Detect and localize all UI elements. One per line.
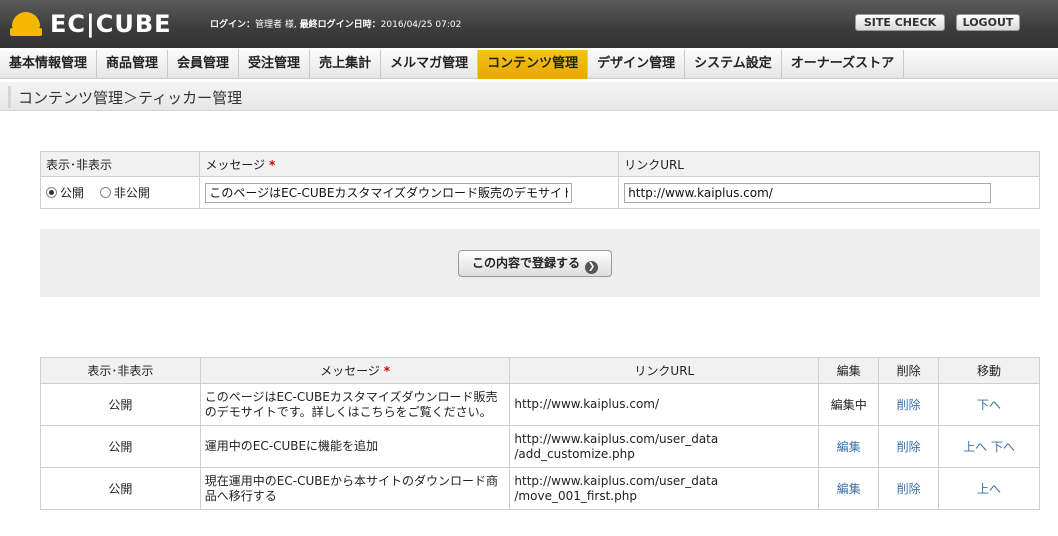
- move-up-link[interactable]: 上へ: [977, 482, 1001, 496]
- table-row: 公開 現在運用中のEC-CUBEから本サイトのダウンロード商 品へ移行する htt…: [40, 467, 1040, 510]
- nav-item-contents[interactable]: コンテンツ管理: [478, 50, 589, 79]
- login-info: ログイン：管理者 様, 最終ログイン日時：2016/04/25 07:02: [210, 17, 461, 30]
- register-button[interactable]: この内容で登録する ❯: [458, 250, 612, 277]
- form-header-display: 表示･非表示: [39, 151, 201, 177]
- list-header-url: リンクURL: [509, 357, 820, 384]
- form-header-url: リンクURL: [618, 151, 1040, 177]
- last-login-label: 最終ログイン日時：: [299, 20, 381, 30]
- list-header-move: 移動: [938, 357, 1040, 384]
- row-move: 上へ 下へ: [938, 425, 1040, 468]
- crown-icon: [10, 10, 42, 38]
- required-mark: *: [268, 157, 276, 172]
- row-display: 公開: [40, 425, 201, 468]
- nav-item-design[interactable]: デザイン管理: [588, 50, 686, 79]
- edit-link[interactable]: 編集: [818, 467, 880, 510]
- nav-item-mailmag[interactable]: メルマガ管理: [381, 50, 479, 79]
- main-nav: 基本情報管理 商品管理 会員管理 受注管理 売上集計 メルマガ管理 コンテンツ管…: [0, 50, 1058, 79]
- ticker-list-table: 表示･非表示 メッセージ * リンクURL 編集 削除 移動 公開 このページは…: [40, 357, 1040, 510]
- nav-item-owners-store[interactable]: オーナーズストア: [782, 50, 905, 79]
- row-display: 公開: [40, 467, 201, 510]
- logout-button[interactable]: LOGOUT: [956, 14, 1020, 31]
- submit-area: この内容で登録する ❯: [40, 229, 1040, 297]
- table-row: 公開 このページはEC-CUBEカスタマイズダウンロード販売 のデモサイトです。詳…: [40, 383, 1040, 426]
- logo-text: EC|CUBE: [50, 10, 172, 38]
- nav-item-system[interactable]: システム設定: [685, 50, 782, 79]
- radio-private[interactable]: [99, 187, 111, 198]
- row-move: 上へ: [938, 467, 1040, 510]
- row-message: 現在運用中のEC-CUBEから本サイトのダウンロード商 品へ移行する: [199, 467, 511, 510]
- move-up-link[interactable]: 上へ: [963, 440, 987, 454]
- login-label: ログイン：: [210, 20, 256, 30]
- nav-item-customers[interactable]: 会員管理: [168, 50, 240, 79]
- display-radio-group: 公開 非公開: [39, 176, 201, 209]
- radio-private-label: 非公開: [113, 186, 150, 200]
- nav-item-orders[interactable]: 受注管理: [239, 50, 311, 79]
- move-down-link[interactable]: 下へ: [977, 398, 1001, 412]
- table-row: 公開 運用中のEC-CUBEに機能を追加 http://www.kaiplus.…: [40, 425, 1040, 468]
- page-title: コンテンツ管理＞ティッカー管理: [18, 89, 243, 107]
- last-login-time: 2016/04/25 07:02: [380, 20, 462, 30]
- edit-link[interactable]: 編集: [818, 425, 880, 468]
- site-check-button[interactable]: SITE CHECK: [855, 14, 945, 31]
- list-header-delete: 削除: [878, 357, 940, 384]
- form-header-message: メッセージ *: [199, 151, 620, 177]
- ticker-form-table: 表示･非表示 メッセージ * リンクURL 公開 非公開: [39, 151, 1040, 209]
- row-url: http://www.kaiplus.com/user_data/add_cus…: [509, 425, 820, 468]
- login-user: 管理者 様,: [255, 20, 297, 30]
- radio-public[interactable]: [46, 187, 57, 198]
- page-title-bar: コンテンツ管理＞ティッカー管理: [0, 82, 1058, 111]
- radio-public-label: 公開: [60, 186, 85, 200]
- row-display: 公開: [40, 383, 201, 426]
- row-url: http://www.kaiplus.com/user_data/move_00…: [509, 467, 820, 510]
- move-down-link[interactable]: 下へ: [991, 440, 1015, 454]
- row-url: http://www.kaiplus.com/: [509, 383, 820, 426]
- delete-link[interactable]: 削除: [878, 467, 940, 510]
- delete-link[interactable]: 削除: [878, 425, 940, 468]
- list-header-edit: 編集: [818, 357, 880, 384]
- arrow-right-icon: ❯: [585, 261, 598, 274]
- row-message: このページはEC-CUBEカスタマイズダウンロード販売 のデモサイトです。詳しくは…: [199, 383, 511, 426]
- nav-item-sales[interactable]: 売上集計: [310, 50, 382, 79]
- nav-item-basic-info[interactable]: 基本情報管理: [0, 50, 98, 79]
- row-edit-status: 編集中: [818, 383, 880, 426]
- link-url-input[interactable]: [624, 182, 992, 203]
- list-header-message: メッセージ *: [199, 357, 511, 384]
- row-message: 運用中のEC-CUBEに機能を追加: [199, 425, 511, 468]
- message-input[interactable]: [205, 182, 573, 203]
- row-move: 下へ: [938, 383, 1040, 426]
- eccube-logo[interactable]: EC|CUBE: [10, 10, 172, 38]
- delete-link[interactable]: 削除: [878, 383, 940, 426]
- top-header: EC|CUBE ログイン：管理者 様, 最終ログイン日時：2016/04/25 …: [0, 0, 1058, 48]
- nav-item-products[interactable]: 商品管理: [97, 50, 169, 79]
- list-header-display: 表示･非表示: [40, 357, 201, 384]
